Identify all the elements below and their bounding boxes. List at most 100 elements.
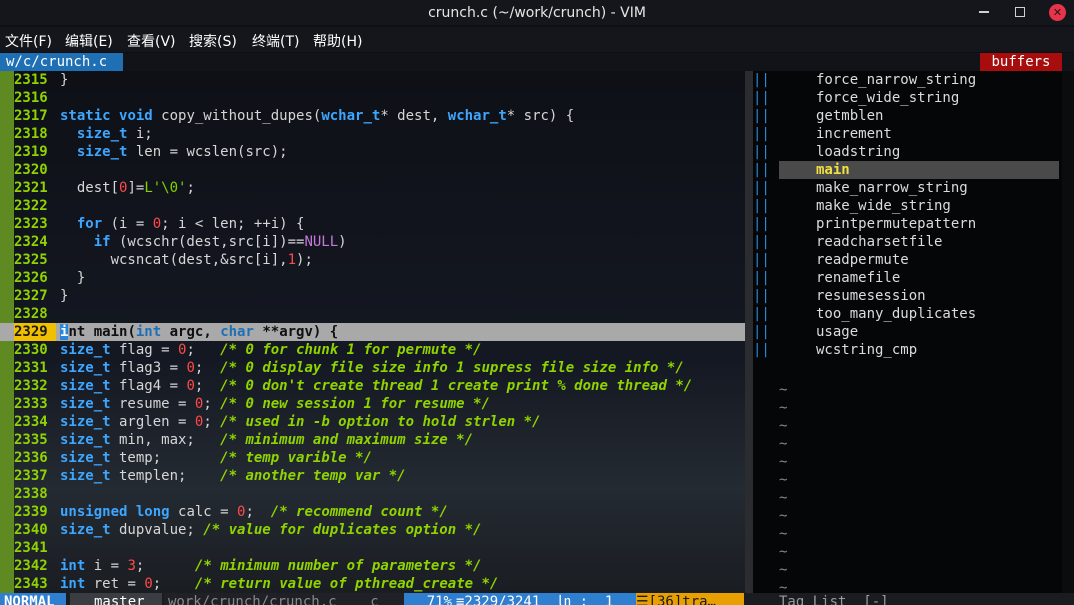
tag-item[interactable]: printpermutepattern (779, 215, 1059, 233)
scroll-percent: 71% (404, 593, 456, 605)
menu-help[interactable]: 帮助(H) (313, 31, 362, 51)
tag-item[interactable]: loadstring (779, 143, 1059, 161)
code-line[interactable]: 2320 (0, 161, 745, 179)
line-number: 2331 (14, 360, 48, 376)
line-number: 2323 (14, 216, 48, 232)
git-branch: master (70, 593, 162, 605)
code-line[interactable]: 2337 size_t templen; /* another temp var … (0, 467, 745, 485)
code-line[interactable]: 2326 } (0, 269, 745, 287)
tag-item[interactable]: renamefile (779, 269, 1059, 287)
line-number: 2341 (14, 540, 48, 556)
code-line[interactable]: 2340 size_t dupvalue; /* value for duplic… (0, 521, 745, 539)
tag-item[interactable]: wcstring_cmp (779, 341, 1059, 359)
tag-item[interactable]: getmblen (779, 107, 1059, 125)
empty-line-marker: ~ (779, 490, 788, 506)
code-line[interactable]: 2334 size_t arglen = 0; /* used in -b opt… (0, 413, 745, 431)
empty-line-marker: ~ (779, 382, 788, 398)
line-number: 2319 (14, 144, 48, 160)
line-text: int ret = 0; /* return value of pthread_… (60, 576, 499, 592)
line-text: size_t resume = 0; /* 0 new session 1 fo… (60, 396, 490, 412)
buffers-label[interactable]: buffers (980, 53, 1062, 71)
tag-item[interactable]: readpermute (779, 251, 1059, 269)
line-text: } (60, 72, 69, 88)
tag-fold-guide: || (753, 288, 770, 304)
code-line[interactable]: 2332 size_t flag4 = 0; /* 0 don't create … (0, 377, 745, 395)
code-line[interactable]: 2328 (0, 305, 745, 323)
code-line[interactable]: 2330 size_t flag = 0; /* 0 for chunk 1 fo… (0, 341, 745, 359)
current-code-line[interactable]: 2329 int main(int argc, char **argv) { (0, 323, 745, 341)
tag-fold-guide: || (753, 342, 770, 358)
code-line[interactable]: 2325 wcsncat(dest,&src[i],1); (0, 251, 745, 269)
tag-item[interactable]: force_wide_string (779, 89, 1059, 107)
code-line[interactable]: 2324 if (wcschr(dest,src[i])==NULL) (0, 233, 745, 251)
code-line[interactable]: 2327} (0, 287, 745, 305)
line-text: int i = 3; /* minimum number of paramete… (60, 558, 482, 574)
empty-line-marker: ~ (779, 472, 788, 488)
taglist-scrollbar[interactable] (1062, 71, 1074, 593)
status-line: NORMAL master work/crunch/crunch.c c 71%… (0, 593, 1074, 605)
line-number: 2315 (14, 72, 48, 88)
line-text: static void copy_without_dupes(wchar_t* … (60, 108, 575, 124)
menu-search[interactable]: 搜索(S) (189, 31, 237, 51)
tag-item[interactable]: readcharsetfile (779, 233, 1059, 251)
maximize-button[interactable] (1012, 4, 1028, 20)
tag-item-selected[interactable]: main (779, 161, 1059, 179)
line-number: 2328 (14, 306, 48, 322)
line-text: for (i = 0; i < len; ++i) { (76, 216, 305, 232)
close-button[interactable]: ✕ (1049, 4, 1066, 21)
tab-current-file[interactable]: w/c/crunch.c (0, 53, 123, 71)
tag-fold-guide: || (753, 324, 770, 340)
code-line[interactable]: 2338 (0, 485, 745, 503)
code-line[interactable]: 2323 for (i = 0; i < len; ++i) { (0, 215, 745, 233)
code-line[interactable]: 2343 int ret = 0; /* return value of pthr… (0, 575, 745, 593)
code-line[interactable]: 2341 (0, 539, 745, 557)
code-line[interactable]: 2316 (0, 89, 745, 107)
menu-terminal[interactable]: 终端(T) (252, 31, 299, 51)
tag-item[interactable]: make_wide_string (779, 197, 1059, 215)
editor-pane[interactable]: 2315} 2316 2317 static void copy_without_du… (0, 71, 745, 593)
tag-fold-guide: || (753, 144, 770, 160)
line-text: size_t flag3 = 0; /* 0 display file size… (60, 360, 684, 376)
tag-item[interactable]: make_narrow_string (779, 179, 1059, 197)
tag-item[interactable]: too_many_duplicates (779, 305, 1059, 323)
code-line[interactable]: 2335 size_t min, max; /* minimum and maxi… (0, 431, 745, 449)
vertical-split-bar[interactable] (745, 71, 753, 605)
empty-line-marker: ~ (779, 562, 788, 578)
code-line[interactable]: 2331 size_t flag3 = 0; /* 0 display file … (0, 359, 745, 377)
empty-line-marker: ~ (779, 400, 788, 416)
menu-edit[interactable]: 编辑(E) (65, 31, 113, 51)
tag-item[interactable]: resumesession (779, 287, 1059, 305)
code-line[interactable]: 2336 size_t temp; /* temp varible */ (0, 449, 745, 467)
line-number: 2339 (14, 504, 48, 520)
line-number: 2334 (14, 414, 48, 430)
minimize-button[interactable] (976, 4, 992, 20)
code-line[interactable]: 2319 size_t len = wcslen(src); (0, 143, 745, 161)
empty-line-marker: ~ (779, 526, 788, 542)
tag-fold-guide: || (753, 306, 770, 322)
line-number: 2325 (14, 252, 48, 268)
line-text: size_t flag = 0; /* 0 for chunk 1 for pe… (60, 342, 482, 358)
code-line[interactable]: 2333 size_t resume = 0; /* 0 new session … (0, 395, 745, 413)
menu-view[interactable]: 查看(V) (127, 31, 176, 51)
line-number: 2330 (14, 342, 48, 358)
code-line[interactable]: 2342 int i = 3; /* minimum number of para… (0, 557, 745, 575)
code-line[interactable]: 2315} (0, 71, 745, 89)
code-line[interactable]: 2317 static void copy_without_dupes(wchar… (0, 107, 745, 125)
code-line[interactable]: 2322 (0, 197, 745, 215)
cursor-position: ≡2329/3241 ㏑ : 1 (456, 593, 636, 605)
line-number: 2318 (14, 126, 48, 142)
line-number: 2321 (14, 180, 48, 196)
menu-file[interactable]: 文件(F) (5, 31, 52, 51)
line-number: 2335 (14, 432, 48, 448)
tag-item[interactable]: force_narrow_string (779, 71, 1059, 89)
code-line[interactable]: 2339 unsigned long calc = 0; /* recommend… (0, 503, 745, 521)
code-line[interactable]: 2318 size_t i; (0, 125, 745, 143)
tag-item[interactable]: increment (779, 125, 1059, 143)
tag-item[interactable]: usage (779, 323, 1059, 341)
line-number: 2316 (14, 90, 48, 106)
taglist-pane[interactable]: || force_narrow_string || force_wide_string… (753, 71, 1062, 596)
minimize-icon (979, 11, 989, 13)
code-line[interactable]: 2321 dest[0]=L'\0'; (0, 179, 745, 197)
line-text: } (60, 270, 86, 286)
text-cursor: i (60, 324, 69, 340)
